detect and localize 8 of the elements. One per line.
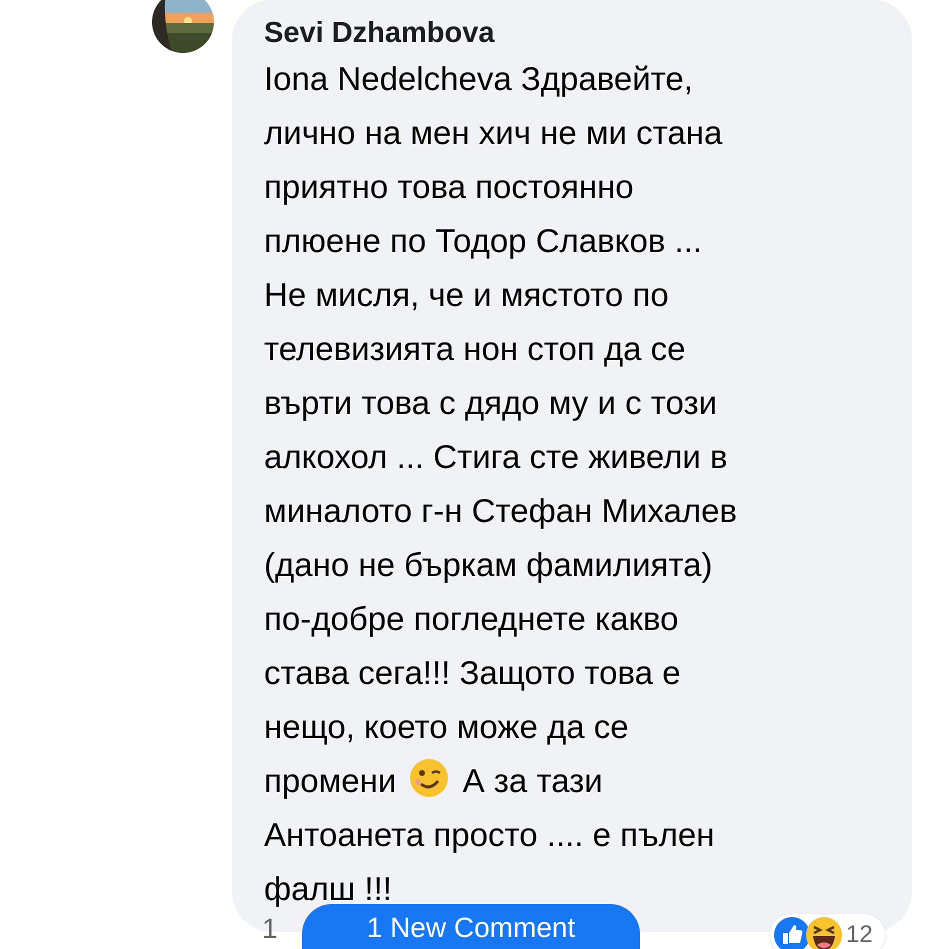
new-comment-button[interactable]: 1 New Comment — [302, 904, 640, 949]
reaction-count: 12 — [846, 920, 873, 949]
timestamp: 1 — [262, 912, 278, 946]
winking-face-icon — [409, 758, 450, 798]
laughing-face-icon — [806, 917, 842, 949]
author-name[interactable]: Sevi Dzhambova — [264, 14, 896, 52]
thumbs-up-icon — [774, 917, 810, 949]
reactions-badge[interactable]: 12 — [770, 914, 885, 949]
